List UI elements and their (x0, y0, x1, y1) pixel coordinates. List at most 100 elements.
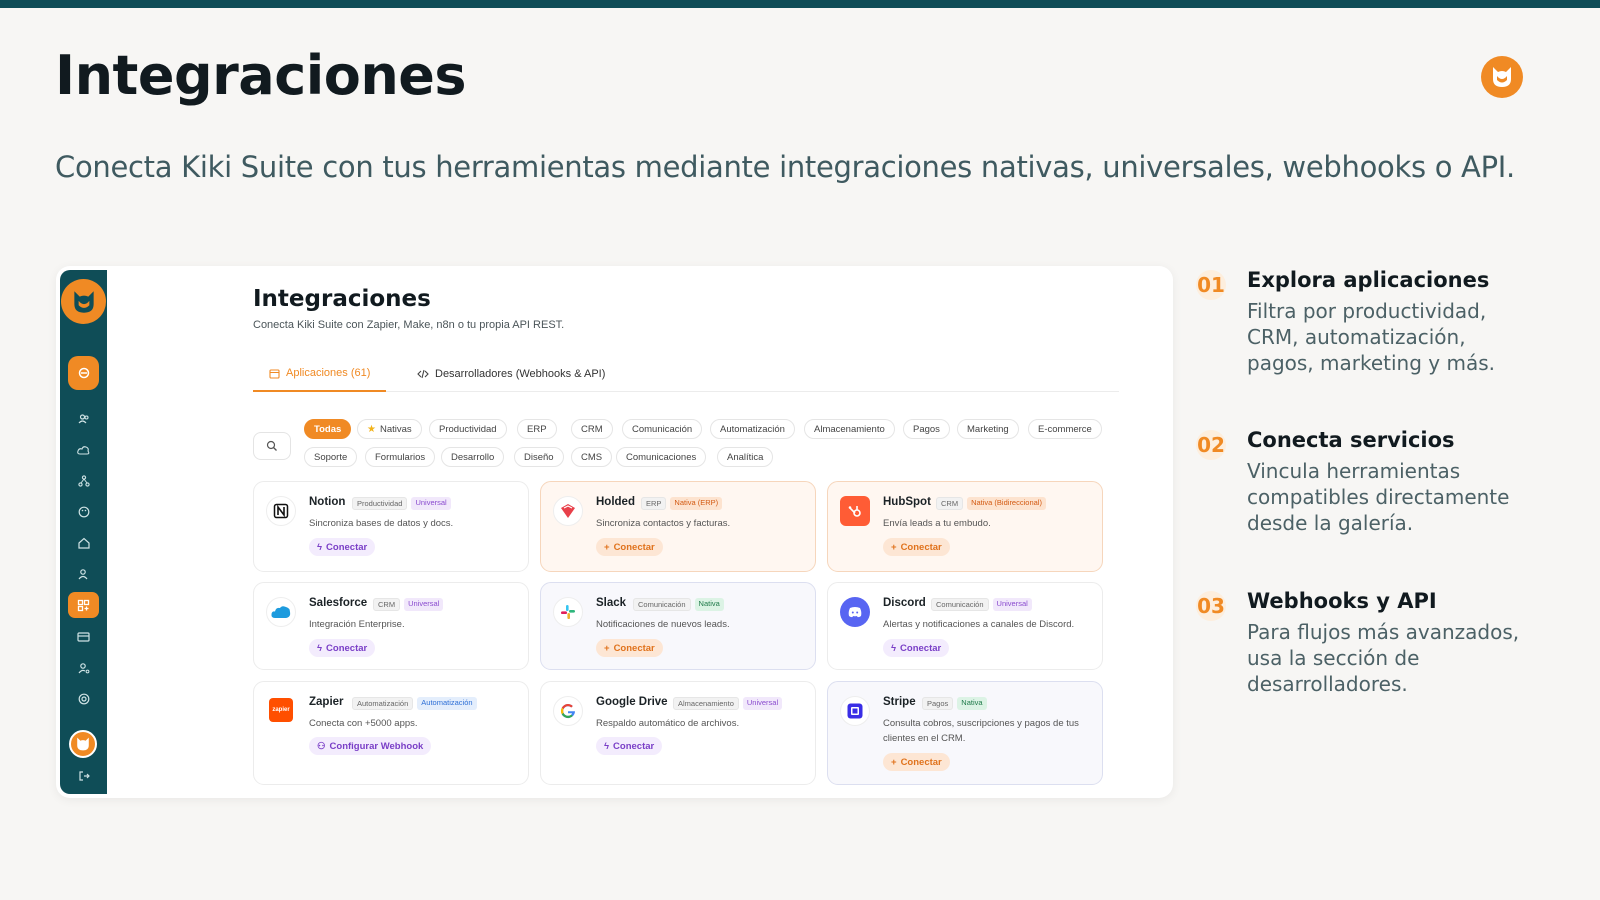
connect-button[interactable]: + Conectar (596, 538, 663, 556)
filter-productividad[interactable]: Productividad (429, 419, 507, 439)
card-name: Holded (596, 496, 635, 508)
filter-comunicaciones[interactable]: Comunicaciones (616, 447, 707, 467)
filter-analitica[interactable]: Analítica (717, 447, 774, 467)
connect-button[interactable]: + Conectar (883, 753, 950, 771)
connect-button[interactable]: ϟ Conectar (883, 639, 950, 657)
filter-nativas[interactable]: ★ Nativas (357, 419, 422, 439)
integration-card-discord[interactable]: Discord Comunicación Universal Alertas y … (827, 582, 1103, 670)
sidebar-logo-icon[interactable] (61, 279, 106, 324)
google-logo-icon (553, 696, 583, 726)
notion-logo-icon (266, 496, 296, 526)
filter-almacenamiento[interactable]: Almacenamiento (804, 419, 895, 439)
type-badge: Automatización (417, 697, 477, 710)
step-title: Conecta servicios (1247, 428, 1455, 452)
connect-button[interactable]: + Conectar (883, 538, 950, 556)
connect-button[interactable]: ϟ Conectar (596, 737, 663, 755)
card-description: Integración Enterprise. (309, 619, 405, 630)
filter-automatizacion[interactable]: Automatización (710, 419, 795, 439)
integration-card-hubspot[interactable]: HubSpot CRM Nativa (Bidireccional) Envía … (827, 481, 1103, 572)
type-badge: Nativa (ERP) (670, 497, 723, 510)
type-badge: Universal (411, 497, 451, 510)
plus-icon: + (604, 541, 610, 553)
type-badge: Nativa (Bidireccional) (967, 497, 1046, 510)
sidebar-home-icon[interactable] (68, 356, 99, 390)
integration-card-zapier[interactable]: zapier Zapier Automatización Automatizaci… (253, 681, 529, 785)
logo-wordmark: zapier (272, 707, 290, 713)
integration-card-stripe[interactable]: Stripe Pagos Nativa Consulta cobros, susc… (827, 681, 1103, 785)
filter-erp[interactable]: ERP (517, 419, 557, 439)
category-tag: Almacenamiento (673, 697, 739, 710)
filter-soporte[interactable]: Soporte (304, 447, 358, 467)
card-name: Google Drive (596, 696, 668, 708)
connect-button[interactable]: ϟ Conectar (309, 538, 376, 556)
filter-comunicacion[interactable]: Comunicación (622, 419, 703, 439)
sidebar-support-icon[interactable] (68, 686, 99, 712)
stripe-logo-icon (840, 696, 870, 726)
tab-label: Desarrolladores (Webhooks & API) (435, 368, 606, 380)
sidebar-billing-icon[interactable] (68, 624, 99, 650)
card-description: Envía leads a tu embudo. (883, 518, 991, 529)
type-badge: Universal (404, 598, 444, 611)
button-label: Conectar (900, 642, 942, 654)
filter-formularios[interactable]: Formularios (365, 447, 436, 467)
card-name: HubSpot (883, 496, 931, 508)
step-number: 02 (1196, 430, 1226, 460)
integration-card-slack[interactable]: Slack Comunicación Nativa Notificaciones … (540, 582, 816, 670)
type-badge: Universal (992, 598, 1032, 611)
sidebar-contacts-icon[interactable] (68, 406, 99, 432)
sidebar-cloud-icon[interactable] (68, 437, 99, 463)
category-tag: Pagos (922, 697, 954, 710)
integration-card-salesforce[interactable]: Salesforce CRM Universal Integración Ente… (253, 582, 529, 670)
card-description: Consulta cobros, suscripciones y pagos d… (883, 718, 1079, 744)
card-name: Discord (883, 597, 926, 609)
connect-button[interactable]: + Conectar (596, 639, 663, 657)
sidebar-user-settings-icon[interactable] (68, 655, 99, 681)
card-description: Sincroniza bases de datos y docs. (309, 518, 454, 529)
filter-desarrollo[interactable]: Desarrollo (441, 447, 505, 467)
filter-ecommerce[interactable]: E-commerce (1028, 419, 1102, 439)
card-name: Zapier (309, 696, 344, 708)
connect-button[interactable]: ϟ Conectar (309, 639, 376, 657)
card-description: Alertas y notificaciones a canales de Di… (883, 619, 1075, 630)
tab-bar: Aplicaciones (61) Desarrolladores (Webho… (253, 356, 1119, 392)
chip-label: Nativas (379, 423, 412, 435)
bolt-icon: ϟ (891, 642, 897, 654)
category-tag: Comunicación (931, 598, 989, 611)
button-label: Conectar (900, 541, 942, 553)
app-screenshot: Integraciones Conecta Kiki Suite con Zap… (56, 266, 1173, 798)
card-description: Conecta con +5000 apps. (309, 718, 418, 729)
category-tag: Comunicación (633, 598, 691, 611)
button-label: Conectar (900, 756, 942, 768)
search-button[interactable] (253, 432, 291, 460)
logout-icon[interactable] (68, 766, 99, 786)
slide-title: Integraciones (55, 44, 467, 107)
filter-crm[interactable]: CRM (571, 419, 613, 439)
calendar-icon (269, 368, 280, 379)
sidebar-network-icon[interactable] (68, 468, 99, 494)
category-tag: CRM (936, 497, 964, 510)
filter-cms[interactable]: CMS (571, 447, 613, 467)
button-label: Conectar (613, 642, 655, 654)
filter-pagos[interactable]: Pagos (903, 419, 950, 439)
user-avatar[interactable] (69, 730, 97, 758)
sidebar-users-icon[interactable] (68, 561, 99, 587)
tab-desarrolladores[interactable]: Desarrolladores (Webhooks & API) (401, 356, 621, 392)
filter-diseno[interactable]: Diseño (514, 447, 564, 467)
card-description: Notificaciones de nuevos leads. (596, 619, 730, 630)
type-badge: Nativa (694, 598, 724, 611)
bolt-icon: ϟ (317, 541, 323, 553)
filter-marketing[interactable]: Marketing (957, 419, 1019, 439)
filter-todas[interactable]: Todas (304, 419, 352, 439)
tab-aplicaciones[interactable]: Aplicaciones (61) (253, 356, 387, 392)
step-title: Webhooks y API (1247, 589, 1437, 613)
integration-card-notion[interactable]: Notion Productividad Universal Sincroniza… (253, 481, 529, 572)
sidebar-integrations-icon[interactable] (68, 592, 99, 618)
sidebar-building-icon[interactable] (68, 530, 99, 556)
sidebar-palette-icon[interactable] (68, 499, 99, 525)
top-accent-bar (0, 0, 1600, 8)
button-label: Conectar (326, 642, 368, 654)
configure-webhook-button[interactable]: ⚇ Configurar Webhook (309, 737, 432, 755)
card-name: Notion (309, 496, 346, 508)
integration-card-holded[interactable]: Holded ERP Nativa (ERP) Sincroniza contac… (540, 481, 816, 572)
integration-card-google-drive[interactable]: Google Drive Almacenamiento Universal Res… (540, 681, 816, 785)
